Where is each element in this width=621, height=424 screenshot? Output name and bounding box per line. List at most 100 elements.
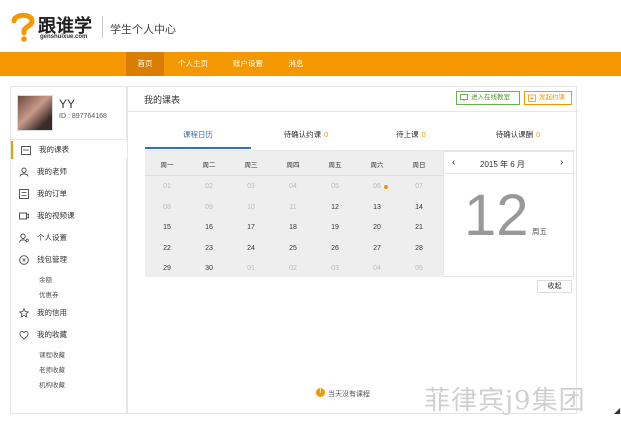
weekday-header: 周三	[244, 162, 258, 169]
calendar-day[interactable]: 21	[398, 224, 440, 231]
calendar-day[interactable]: 28	[398, 245, 440, 252]
sidebar-sub-balance[interactable]: 余额	[39, 274, 52, 284]
divider	[128, 111, 578, 112]
calendar-day[interactable]: 02	[272, 265, 314, 272]
sidebar-item-credit[interactable]: 我的信用	[11, 304, 128, 322]
nav-messages[interactable]: 消息	[278, 52, 314, 76]
nav-account-settings[interactable]: 账户设置	[222, 52, 274, 76]
prev-month-icon[interactable]: ‹	[452, 157, 455, 168]
month-header: ‹ 2015 年 6 月 ›	[444, 152, 575, 174]
user-id: ID : 897764168	[59, 113, 107, 120]
info-icon: !	[316, 388, 325, 397]
user-icon	[19, 167, 29, 177]
calendar-day[interactable]: 11	[272, 204, 314, 211]
calendar-day[interactable]: 14	[398, 204, 440, 211]
logo-domain: genshuixue.com	[40, 34, 88, 40]
logo-question-mark-icon[interactable]	[10, 12, 36, 42]
monitor-icon	[460, 94, 468, 102]
tab-pending-fee[interactable]: 待确认课酬 0	[468, 129, 568, 149]
calendar-day[interactable]: 01	[230, 265, 272, 272]
calendar-day[interactable]: 30	[188, 265, 230, 272]
avatar[interactable]	[17, 95, 53, 131]
watermark: 菲律宾j9集团	[424, 386, 586, 416]
sidebar-item-label: 我的课表	[39, 145, 69, 154]
sidebar-sub-coupons[interactable]: 优惠券	[39, 289, 59, 299]
nav-home[interactable]: 首页	[126, 52, 164, 76]
page-title: 学生个人中心	[110, 24, 176, 36]
calendar-day[interactable]: 05	[314, 183, 356, 190]
list-icon	[19, 189, 29, 199]
sidebar-sub-org-fav[interactable]: 机构收藏	[39, 379, 65, 389]
calendar-grid: 周一 周二 周三 周四 周五 周六 周日 01 02 03 04 05 06 07 08 09 10 11 12 13…	[145, 151, 443, 277]
nav-profile[interactable]: 个人主页	[168, 52, 218, 76]
calendar-day[interactable]: 27	[356, 245, 398, 252]
sidebar: YY ID : 897764168 我的课表 我的老师 我的订单 我的视频课 个…	[10, 86, 128, 414]
empty-text: 当天没有课程	[328, 391, 370, 398]
header: 跟谁学 genshuixue.com 学生个人中心	[0, 0, 621, 52]
sidebar-item-favorites[interactable]: 我的收藏	[11, 326, 128, 344]
calendar-day[interactable]: 20	[356, 224, 398, 231]
calendar-day[interactable]: 12	[314, 204, 356, 211]
calendar-day[interactable]: 09	[188, 204, 230, 211]
calendar-day[interactable]: 17	[230, 224, 272, 231]
sidebar-item-label: 我的收藏	[37, 330, 67, 339]
tab-pending-confirm[interactable]: 待确认约课 0	[258, 129, 354, 149]
calendar-day[interactable]: 22	[146, 245, 188, 252]
heart-icon	[19, 330, 29, 340]
invite-course-button[interactable]: 发起约课	[524, 91, 572, 105]
calendar-day[interactable]: 04	[272, 183, 314, 190]
button-label: 发起约课	[539, 94, 565, 101]
sidebar-item-settings[interactable]: 个人设置	[11, 229, 128, 247]
calendar-day[interactable]: 08	[146, 204, 188, 211]
calendar-day[interactable]: 18	[272, 224, 314, 231]
sidebar-item-teachers[interactable]: 我的老师	[11, 163, 128, 181]
weekday-header: 周二	[202, 162, 216, 169]
calendar-day[interactable]: 01	[146, 183, 188, 190]
calendar-day[interactable]: 16	[188, 224, 230, 231]
header-divider	[102, 16, 103, 38]
tab-label: 待上课	[396, 130, 419, 139]
calendar-day[interactable]: 15	[146, 224, 188, 231]
calendar-day[interactable]: 06	[356, 183, 398, 190]
calendar-day[interactable]: 10	[230, 204, 272, 211]
calendar-day[interactable]: 05	[398, 265, 440, 272]
sidebar-item-label: 我的信用	[37, 308, 67, 317]
sidebar-item-label: 我的老师	[37, 167, 67, 176]
sidebar-sub-course-fav[interactable]: 课程收藏	[39, 349, 65, 359]
collapse-button[interactable]: 收起	[537, 280, 572, 293]
calendar-day[interactable]: 29	[146, 265, 188, 272]
next-month-icon[interactable]: ›	[560, 157, 563, 168]
calendar-icon	[21, 146, 31, 155]
calendar-day[interactable]: 07	[398, 183, 440, 190]
month-label: 2015 年 6 月	[480, 160, 525, 169]
star-icon	[19, 308, 29, 318]
calendar-day[interactable]: 24	[230, 245, 272, 252]
tab-calendar[interactable]: 课程日历	[145, 129, 251, 149]
sidebar-sub-teacher-fav[interactable]: 老师收藏	[39, 364, 65, 374]
tab-label: 待确认约课	[283, 130, 322, 139]
sidebar-item-wallet[interactable]: ¥ 钱包管理	[11, 251, 128, 269]
empty-notice: ! 当天没有课程	[316, 388, 370, 399]
user-settings-icon	[19, 233, 29, 243]
sidebar-item-orders[interactable]: 我的订单	[11, 185, 128, 203]
calendar-day[interactable]: 23	[188, 245, 230, 252]
tab-upcoming[interactable]: 待上课 0	[366, 129, 456, 149]
sidebar-item-schedule[interactable]: 我的课表	[11, 141, 128, 159]
section-title: 我的课表	[144, 95, 181, 105]
calendar-day[interactable]: 25	[272, 245, 314, 252]
weekday-header: 周六	[370, 162, 384, 169]
calendar-day[interactable]: 03	[230, 183, 272, 190]
corner-arrow-icon: ◢	[614, 406, 621, 415]
video-icon	[19, 212, 29, 220]
weekday-header: 周五	[328, 162, 342, 169]
calendar-day[interactable]: 03	[314, 265, 356, 272]
calendar-day[interactable]: 13	[356, 204, 398, 211]
calendar-day[interactable]: 02	[188, 183, 230, 190]
enter-classroom-button[interactable]: 进入在线教室	[456, 91, 520, 105]
tab-count: 0	[421, 130, 426, 139]
sidebar-item-videos[interactable]: 我的视频课	[11, 207, 128, 225]
divider	[145, 175, 443, 176]
calendar-day[interactable]: 04	[356, 265, 398, 272]
calendar-day[interactable]: 19	[314, 224, 356, 231]
calendar-day[interactable]: 26	[314, 245, 356, 252]
